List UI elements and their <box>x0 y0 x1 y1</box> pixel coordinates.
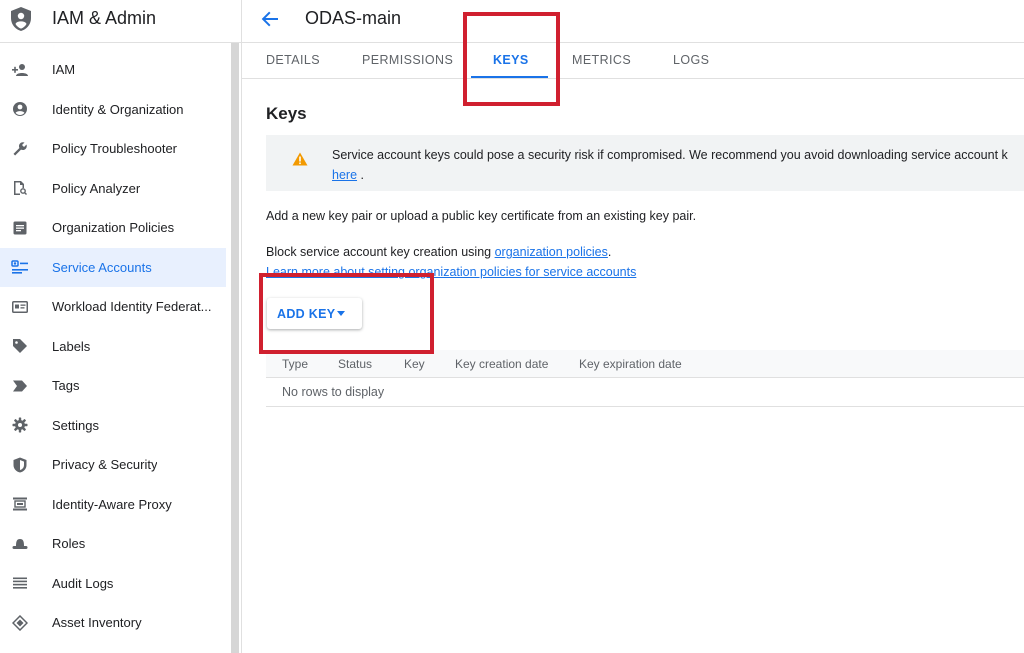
sidebar-item-label: Privacy & Security <box>52 457 158 473</box>
column-header-key-creation-date[interactable]: Key creation date <box>455 357 548 371</box>
id-card-icon <box>11 298 29 316</box>
tab-bar: DETAILS PERMISSIONS KEYS METRICS LOGS <box>242 43 1024 79</box>
iam-shield-icon <box>11 7 31 31</box>
back-arrow-icon[interactable] <box>260 9 280 29</box>
warning-text-line2: here . <box>332 165 1008 185</box>
column-header-key[interactable]: Key <box>404 357 425 371</box>
sidebar-item-roles[interactable]: Roles <box>0 524 226 564</box>
sidebar-item-label: Workload Identity Federat... <box>52 299 212 315</box>
block-key-text: Block service account key creation using… <box>266 245 611 259</box>
page-title: ODAS-main <box>305 8 402 28</box>
sidebar-item-audit-logs[interactable]: Audit Logs <box>0 564 226 604</box>
proxy-icon <box>11 495 29 513</box>
label-icon <box>11 337 29 355</box>
active-tab-indicator <box>471 76 548 78</box>
sidebar-item-label: Asset Inventory <box>52 615 142 631</box>
sidebar-item-label: Service Accounts <box>52 259 152 275</box>
sidebar-item-asset-inventory[interactable]: Asset Inventory <box>0 603 226 643</box>
learn-more-link[interactable]: Learn more about setting organization po… <box>266 265 636 279</box>
sidebar-item-workload-identity-federation[interactable]: Workload Identity Federat... <box>0 287 226 327</box>
document-search-icon <box>11 179 29 197</box>
warning-text: Service account keys could pose a securi… <box>332 145 1008 185</box>
sidebar-item-label: Policy Analyzer <box>52 180 141 196</box>
organization-policies-link[interactable]: organization policies <box>495 245 608 259</box>
list-document-icon <box>11 219 29 237</box>
sidebar-item-privacy-security[interactable]: Privacy & Security <box>0 445 226 485</box>
sidebar-item-settings[interactable]: Settings <box>0 406 226 446</box>
hat-icon <box>11 535 29 553</box>
warning-banner: Service account keys could pose a securi… <box>266 135 1024 191</box>
block-key-prefix: Block service account key creation using <box>266 245 495 259</box>
add-key-button[interactable]: ADD KEY <box>267 298 362 329</box>
key-description-text: Add a new key pair or upload a public ke… <box>266 209 697 223</box>
column-header-status[interactable]: Status <box>338 357 372 371</box>
warning-icon <box>292 152 308 166</box>
tab-details[interactable]: DETAILS <box>266 53 320 67</box>
wrench-icon <box>11 140 29 158</box>
page-header: ODAS-main <box>242 0 1024 43</box>
sidebar-item-label: IAM <box>52 62 76 78</box>
block-key-suffix: . <box>607 245 612 259</box>
sidebar-item-label: Labels <box>52 338 91 354</box>
sidebar-item-identity-organization[interactable]: Identity & Organization <box>0 90 226 130</box>
sidebar-item-label: Identity-Aware Proxy <box>52 496 172 512</box>
warning-text-line1: Service account keys could pose a securi… <box>332 148 1008 162</box>
keys-table-header: Type Status Key Key creation date Key ex… <box>266 350 1024 378</box>
list-lines-icon <box>11 574 29 592</box>
shield-icon <box>11 456 29 474</box>
sidebar-item-iam[interactable]: IAM <box>0 50 226 90</box>
sidebar-item-label: Audit Logs <box>52 575 114 591</box>
sidebar-item-labels[interactable]: Labels <box>0 327 226 367</box>
caret-down-icon <box>337 311 345 316</box>
sidebar-item-tags[interactable]: Tags <box>0 366 226 406</box>
person-add-icon <box>11 61 29 79</box>
tab-permissions[interactable]: PERMISSIONS <box>362 53 453 67</box>
sidebar-item-label: Organization Policies <box>52 220 175 236</box>
add-key-label: ADD KEY <box>277 306 336 321</box>
learn-more-text: Learn more about setting organization po… <box>266 265 636 279</box>
sidebar-item-service-accounts[interactable]: Service Accounts <box>0 247 226 287</box>
column-header-type[interactable]: Type <box>282 357 308 371</box>
sidebar-item-identity-aware-proxy[interactable]: Identity-Aware Proxy <box>0 485 226 525</box>
sidebar-nav: IAM Identity & Organization Policy Troub… <box>0 50 226 643</box>
sidebar: IAM & Admin IAM Identity & Organization … <box>0 0 242 653</box>
diamond-icon <box>11 614 29 632</box>
sidebar-item-label: Identity & Organization <box>52 101 184 117</box>
section-heading: Keys <box>266 104 307 123</box>
tab-metrics[interactable]: METRICS <box>572 53 631 67</box>
sidebar-item-label: Settings <box>52 417 99 433</box>
tag-chevron-icon <box>11 377 29 395</box>
sidebar-item-label: Policy Troubleshooter <box>52 141 178 157</box>
gear-icon <box>11 416 29 434</box>
sidebar-item-label: Tags <box>52 378 80 394</box>
tab-keys[interactable]: KEYS <box>493 53 529 67</box>
column-header-key-expiration-date[interactable]: Key expiration date <box>579 357 682 371</box>
sidebar-item-organization-policies[interactable]: Organization Policies <box>0 208 226 248</box>
account-circle-icon <box>11 100 29 118</box>
service-account-icon <box>11 258 29 276</box>
table-row: No rows to display <box>266 378 1024 407</box>
sidebar-scrollbar[interactable] <box>231 43 239 653</box>
tab-logs[interactable]: LOGS <box>673 53 709 67</box>
warning-here-link[interactable]: here <box>332 168 357 182</box>
empty-table-message: No rows to display <box>282 385 385 399</box>
sidebar-item-policy-analyzer[interactable]: Policy Analyzer <box>0 169 226 209</box>
sidebar-header: IAM & Admin <box>0 0 241 43</box>
sidebar-item-label: Roles <box>52 536 86 552</box>
app-title: IAM & Admin <box>52 8 157 28</box>
sidebar-item-policy-troubleshooter[interactable]: Policy Troubleshooter <box>0 129 226 169</box>
warning-text-suffix: . <box>357 168 364 182</box>
